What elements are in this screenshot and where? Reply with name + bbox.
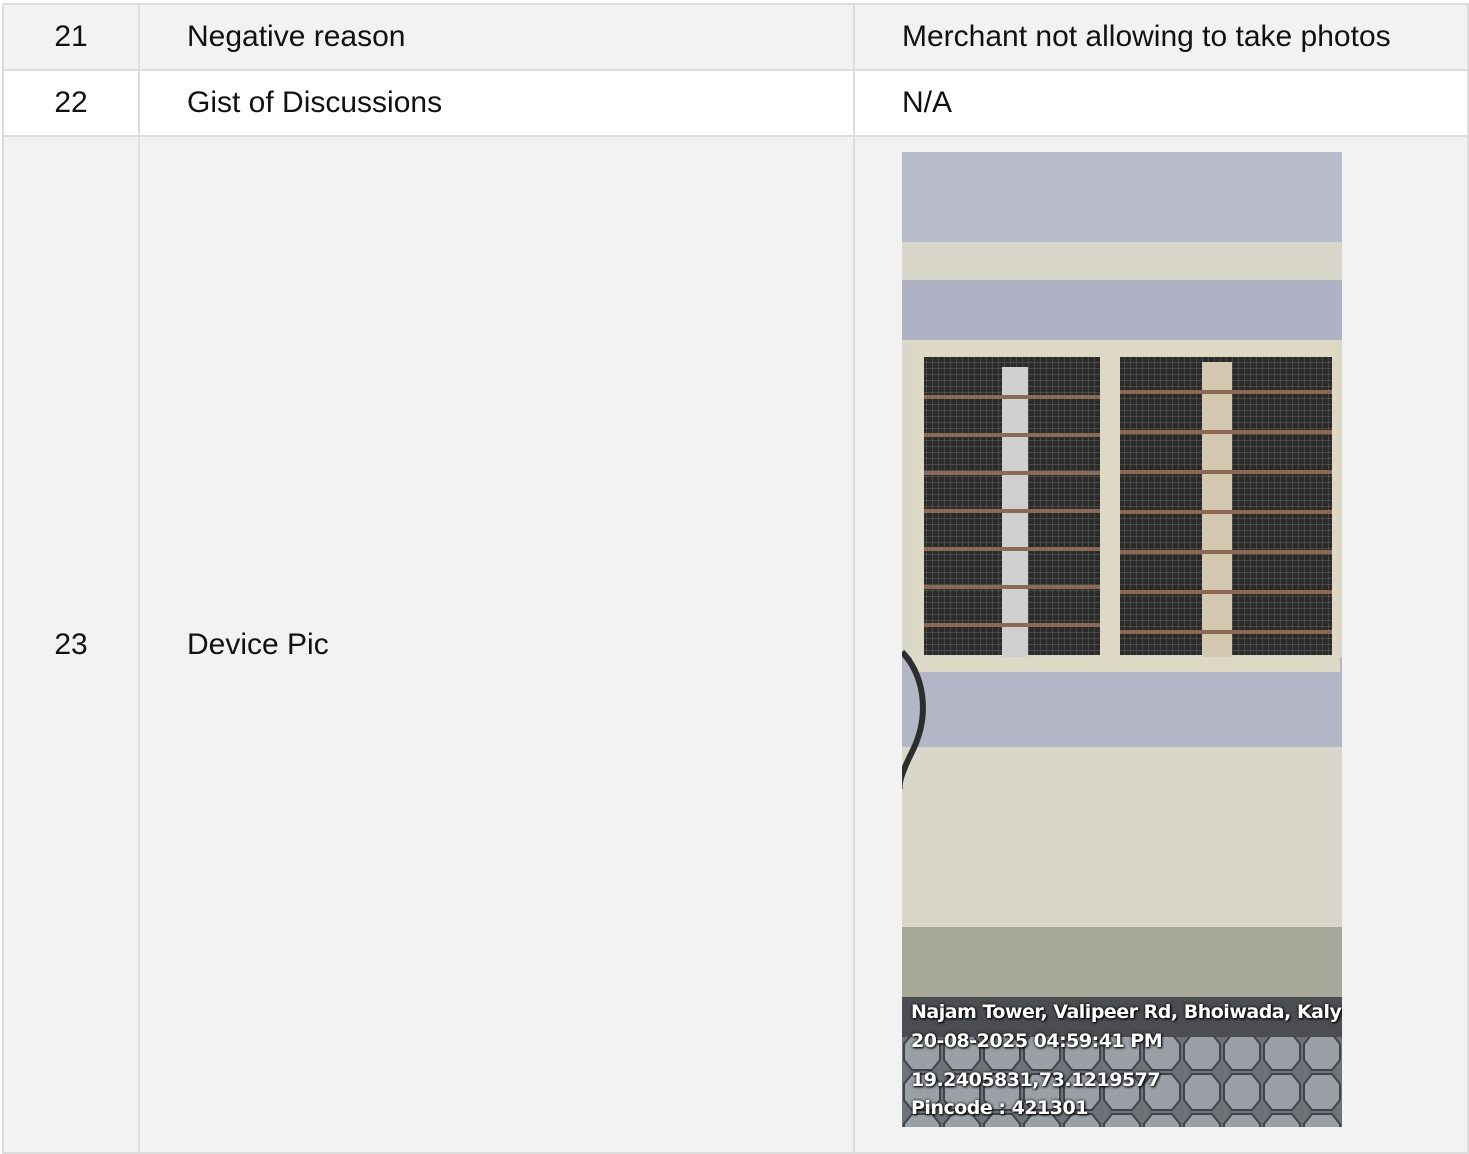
row-number: 22 bbox=[2, 69, 140, 137]
photo-pincode: Pincode : 421301 bbox=[911, 1097, 1088, 1119]
table-row: 21 Negative reason Merchant not allowing… bbox=[2, 3, 1469, 71]
row-label: Gist of Discussions bbox=[138, 69, 855, 137]
photo-address: Najam Tower, Valipeer Rd, Bhoiwada, Kaly… bbox=[911, 1001, 1342, 1023]
row-label: Device Pic bbox=[138, 135, 855, 1154]
device-photo-illustration bbox=[902, 152, 1342, 1127]
row-value: Najam Tower, Valipeer Rd, Bhoiwada, Kaly… bbox=[853, 135, 1469, 1154]
details-table: 21 Negative reason Merchant not allowing… bbox=[2, 3, 1469, 1154]
photo-coordinates: 19.2405831,73.1219577 bbox=[911, 1069, 1161, 1091]
row-number: 23 bbox=[2, 135, 140, 1154]
device-photo: Najam Tower, Valipeer Rd, Bhoiwada, Kaly… bbox=[902, 152, 1342, 1127]
row-value: N/A bbox=[853, 69, 1469, 137]
row-value: Merchant not allowing to take photos bbox=[853, 3, 1469, 71]
row-label: Negative reason bbox=[138, 3, 855, 71]
table-row: 23 Device Pic Najam Tower, Valipeer Rd, … bbox=[2, 135, 1469, 1154]
photo-datetime: 20-08-2025 04:59:41 PM bbox=[911, 1030, 1163, 1052]
table-row: 22 Gist of Discussions N/A bbox=[2, 69, 1469, 137]
row-number: 21 bbox=[2, 3, 140, 71]
